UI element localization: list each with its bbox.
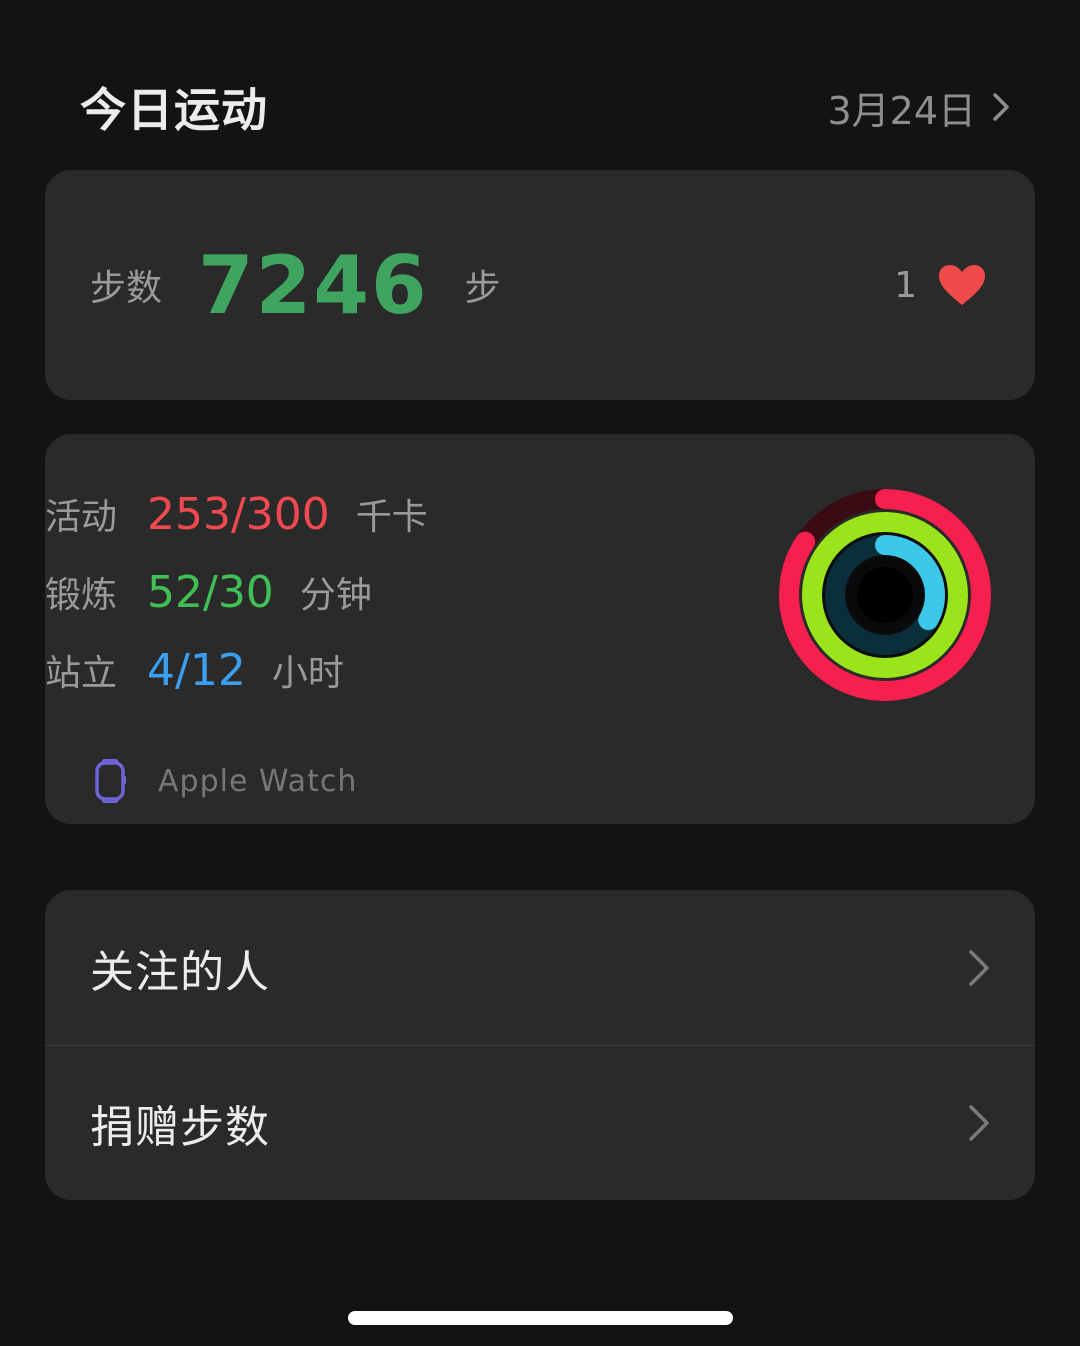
like-button[interactable]: 1	[894, 263, 987, 307]
like-count: 1	[894, 264, 917, 306]
stand-row: 站立 4/12 小时	[45, 644, 344, 704]
stand-label: 站立	[45, 653, 118, 694]
activity-rings	[779, 489, 991, 701]
steps-unit: 步	[464, 268, 501, 309]
watch-icon	[95, 759, 126, 803]
action-list: 关注的人 捐赠步数	[45, 890, 1035, 1200]
stand-unit: 小时	[271, 653, 344, 694]
steps-card[interactable]: 步数 7246 步 1	[45, 170, 1035, 400]
following-label: 关注的人	[90, 946, 270, 998]
home-indicator[interactable]	[348, 1311, 733, 1325]
exercise-value: 52/30	[147, 567, 274, 618]
move-row: 活动 253/300 千卡	[45, 488, 428, 548]
list-item-following[interactable]: 关注的人	[45, 890, 1035, 1045]
source-label: Apple Watch	[158, 763, 358, 799]
chevron-right-icon	[969, 1104, 989, 1141]
move-unit: 千卡	[355, 497, 428, 538]
today-activity-page: 今日运动 3月24日 步数 7246 步 1 活动 253/300 千卡 锻炼	[0, 0, 1080, 1346]
chevron-right-icon	[969, 949, 989, 986]
exercise-unit: 分钟	[299, 575, 372, 616]
chevron-right-icon	[993, 93, 1009, 121]
move-label: 活动	[45, 497, 118, 538]
exercise-label: 锻炼	[45, 575, 118, 616]
data-source: Apple Watch	[90, 756, 357, 806]
steps-label: 步数	[90, 268, 163, 309]
page-title: 今日运动	[80, 83, 268, 137]
donate-label: 捐赠步数	[90, 1101, 270, 1153]
heart-icon	[939, 265, 985, 305]
move-value: 253/300	[147, 489, 330, 540]
stand-value: 4/12	[147, 645, 246, 696]
steps-value: 7246	[198, 238, 429, 332]
date-label: 3月24日	[827, 88, 976, 133]
list-item-donate-steps[interactable]: 捐赠步数	[45, 1045, 1035, 1200]
date-selector[interactable]: 3月24日	[827, 80, 1010, 135]
exercise-row: 锻炼 52/30 分钟	[45, 566, 372, 626]
header: 今日运动 3月24日	[80, 72, 1010, 142]
